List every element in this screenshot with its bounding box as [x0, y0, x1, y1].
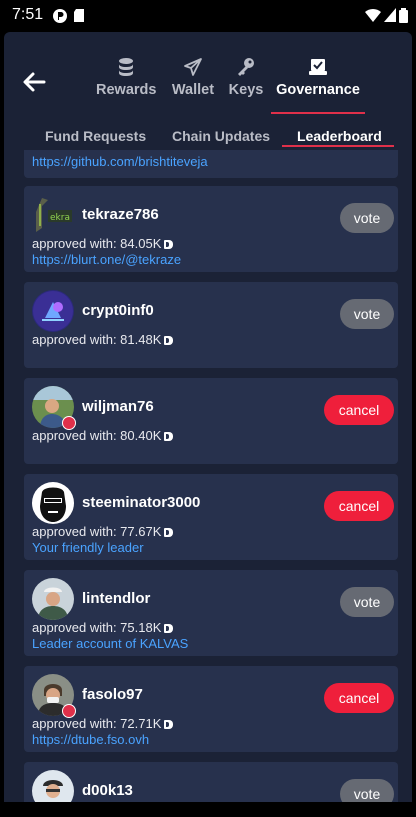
blurt-icon — [164, 528, 174, 537]
cancel-vote-button[interactable]: cancel — [324, 395, 394, 425]
vote-button[interactable]: vote — [340, 587, 394, 617]
tab-governance[interactable]: Governance — [272, 56, 364, 114]
top-navigation: Rewards Wallet Keys Governance — [4, 32, 412, 120]
witness-link[interactable]: Your friendly leader — [32, 540, 144, 555]
witness-name[interactable]: lintendlor — [82, 590, 150, 607]
witness-card: ekra tekraze786 approved with: 84.05K ht… — [24, 186, 398, 272]
send-icon — [184, 58, 202, 76]
battery-icon — [399, 8, 408, 23]
leaderboard-list[interactable]: https://github.com/brishtiteveja ekra te… — [4, 150, 412, 802]
approval-text: approved with: 75.18K — [32, 620, 162, 635]
vote-button[interactable]: vote — [340, 203, 394, 233]
active-tab-indicator — [271, 112, 365, 114]
signal-icon — [384, 8, 396, 22]
witness-avatar — [32, 482, 74, 524]
approval-amount: approved with: 80.40K — [32, 428, 174, 443]
tab-governance-label: Governance — [276, 82, 360, 98]
tab-wallet[interactable]: Wallet — [168, 56, 218, 114]
tab-wallet-label: Wallet — [171, 82, 215, 98]
witness-card: crypt0inf0 approved with: 81.48K vote — [24, 282, 398, 368]
witness-avatar — [32, 578, 74, 620]
witness-link[interactable]: https://blurt.one/@tekraze — [32, 252, 181, 267]
sd-card-icon — [74, 9, 84, 22]
approval-text: approved with: 84.05K — [32, 236, 162, 251]
tab-keys-label: Keys — [228, 82, 264, 98]
witness-name[interactable]: steeminator3000 — [82, 494, 200, 511]
witness-avatar — [32, 770, 74, 802]
witness-link[interactable]: https://github.com/brishtiteveja — [32, 154, 208, 169]
approval-text: approved with: 72.71K — [32, 716, 162, 731]
blurt-icon — [164, 240, 174, 249]
approval-text: approved with: 77.67K — [32, 524, 162, 539]
back-arrow-icon[interactable] — [20, 68, 48, 96]
witness-link[interactable]: https://dtube.fso.ovh — [32, 732, 149, 747]
approval-amount: approved with: 81.48K — [32, 332, 174, 347]
witness-avatar: ekra — [32, 194, 74, 236]
key-icon — [238, 58, 254, 76]
witness-card: wiljman76 approved with: 80.40K cancel — [24, 378, 398, 464]
approval-amount: approved with: 77.67K — [32, 524, 174, 539]
approval-amount: approved with: 72.71K — [32, 716, 174, 731]
witness-name[interactable]: d00k13 — [82, 782, 133, 799]
approval-amount: approved with: 75.18K — [32, 620, 174, 635]
blurt-icon — [164, 336, 174, 345]
vote-button[interactable]: vote — [340, 779, 394, 802]
witness-card: fasolo97 approved with: 72.71K https://d… — [24, 666, 398, 752]
witness-name[interactable]: fasolo97 — [82, 686, 143, 703]
approval-text: approved with: 81.48K — [32, 332, 162, 347]
approval-text: approved with: 80.40K — [32, 428, 162, 443]
app-notification-icon — [53, 9, 67, 23]
svg-text:ekra: ekra — [50, 213, 70, 223]
witness-card: d00k13 vote — [24, 762, 398, 802]
status-bar: 7:51 — [0, 0, 416, 32]
subtab-leaderboard[interactable]: Leaderboard — [297, 128, 382, 144]
subtab-fund-requests[interactable]: Fund Requests — [45, 128, 146, 144]
blurt-icon — [164, 720, 174, 729]
wifi-icon — [365, 8, 381, 22]
witness-avatar — [32, 290, 74, 332]
tab-rewards[interactable]: Rewards — [96, 56, 156, 114]
witness-name[interactable]: tekraze786 — [82, 206, 159, 223]
tab-keys[interactable]: Keys — [226, 56, 266, 114]
witness-link[interactable]: Leader account of KALVAS — [32, 636, 188, 651]
subtab-chain-updates[interactable]: Chain Updates — [172, 128, 270, 144]
blurt-icon — [164, 432, 174, 441]
witness-card: https://github.com/brishtiteveja — [24, 150, 398, 178]
coins-icon — [119, 58, 133, 76]
app-window: Rewards Wallet Keys Governance Fund Requ… — [4, 32, 412, 802]
witness-card: steeminator3000 approved with: 77.67K Yo… — [24, 474, 398, 560]
cancel-vote-button[interactable]: cancel — [324, 491, 394, 521]
active-subtab-indicator — [282, 145, 394, 147]
approval-amount: approved with: 84.05K — [32, 236, 174, 251]
vote-button[interactable]: vote — [340, 299, 394, 329]
status-time: 7:51 — [12, 6, 44, 23]
witness-name[interactable]: wiljman76 — [82, 398, 154, 415]
tab-rewards-label: Rewards — [96, 82, 157, 98]
blurt-icon — [164, 624, 174, 633]
witness-name[interactable]: crypt0inf0 — [82, 302, 154, 319]
cancel-vote-button[interactable]: cancel — [324, 683, 394, 713]
witness-card: lintendlor approved with: 75.18K Leader … — [24, 570, 398, 656]
ballot-icon — [309, 59, 327, 75]
